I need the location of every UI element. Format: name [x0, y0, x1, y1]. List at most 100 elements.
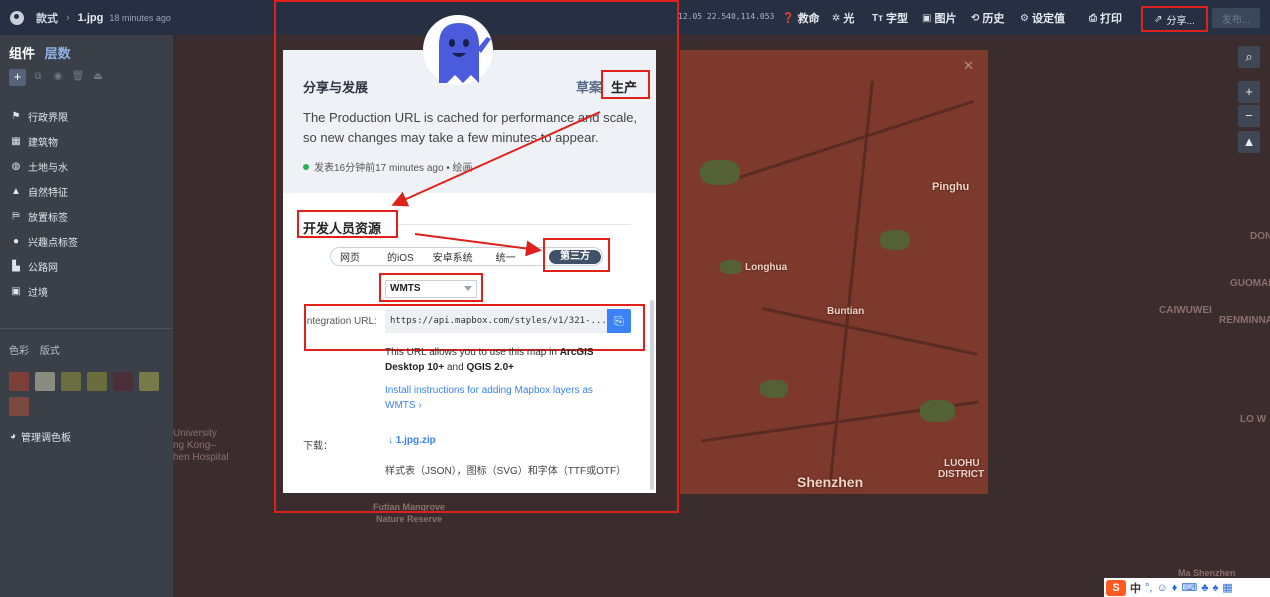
color-swatch[interactable] [87, 372, 107, 391]
integration-url-field[interactable]: https://api.mapbox.com/styles/v1/321-... [385, 309, 607, 333]
close-icon[interactable]: ✕ [963, 58, 974, 74]
copy-url-button[interactable]: ⎘ [607, 309, 631, 333]
sidebar-item-buildings[interactable]: ▦ 建筑物 [10, 129, 78, 154]
skin-icon[interactable]: ♣ [1201, 582, 1208, 594]
tab-web[interactable]: 网页 [331, 249, 369, 264]
publish-status-text: 发表16分钟前17 minutes ago • 绘画 [314, 163, 473, 174]
tab-colors[interactable]: 色彩 [9, 346, 29, 357]
color-swatch[interactable] [139, 372, 159, 391]
microphone-icon[interactable]: ♦ [1172, 582, 1178, 594]
map-label-shenzhen-bay: Ma Shenzhen [1178, 568, 1236, 578]
install-instructions-link[interactable]: Install instructions for adding Mapbox l… [385, 383, 625, 413]
light-button[interactable]: ✲ 光 [832, 10, 854, 26]
tab-unity[interactable]: 统一 [482, 249, 525, 264]
color-swatch[interactable] [9, 372, 29, 391]
tab-components[interactable]: 组件 [9, 46, 35, 61]
delete-icon[interactable]: 🗑 [70, 71, 86, 85]
install-instructions-text: Install instructions for adding Mapbox l… [385, 385, 593, 411]
tab-android[interactable]: 安卓系统 [423, 249, 482, 264]
map-label-guoman: GUOMAN [1230, 278, 1270, 289]
tab-ios[interactable]: 的iOS [369, 249, 423, 264]
print-button[interactable]: ⎙ 打印 [1089, 10, 1122, 26]
modal-scrollbar[interactable] [650, 300, 654, 490]
sidebar-item-poi-labels[interactable]: ● 兴趣点标签 [10, 229, 78, 254]
download-link[interactable]: ↓ 1.jpg.zip [388, 435, 436, 446]
map-park [720, 260, 742, 274]
sidebar: 组件 层数 + ⧉ ◉ 🗑 ⏏ ⚑ 行政界限 ▦ 建筑物 ◍ 土地与水 ▲ 自然… [0, 35, 173, 597]
settings-icon: ⚙ [1020, 12, 1029, 24]
punctuation-icon[interactable]: °, [1145, 582, 1152, 594]
help-button[interactable]: ❓ 救命 [782, 10, 819, 26]
duplicate-icon[interactable]: ⧉ [30, 71, 46, 85]
settings-button[interactable]: ⚙ 设定值 [1020, 10, 1065, 26]
shirt-icon[interactable]: ♠ [1212, 582, 1218, 594]
map-search-button[interactable]: ⌕ [1238, 46, 1260, 68]
history-icon: ⟲ [971, 12, 980, 24]
visibility-icon[interactable]: ◉ [50, 71, 66, 85]
tab-styles[interactable]: 版式 [40, 346, 60, 357]
sidebar-item-place-labels[interactable]: ⛿ 放置标签 [10, 204, 78, 229]
annotation-box-developer-resources [297, 210, 398, 238]
share-button[interactable]: ⇗ 分享... [1141, 6, 1208, 32]
manage-palette-button[interactable]: ◕ 管理调色板 [10, 429, 71, 444]
label-icon: ⛿ [12, 211, 20, 222]
breadcrumb-file[interactable]: 1.jpg [78, 12, 104, 24]
sogou-logo-icon[interactable]: S [1106, 579, 1126, 596]
external-link-icon: ⇗ [1154, 13, 1163, 25]
sidebar-tabs: 组件 层数 [9, 43, 71, 62]
sidebar-item-admin-boundaries[interactable]: ⚑ 行政界限 [10, 104, 78, 129]
last-saved-time: 18 minutes ago [109, 12, 171, 23]
map-label-caiwuwei: CAIWUWEI [1159, 305, 1212, 316]
chevron-right-icon: › [418, 400, 422, 411]
emoji-icon[interactable]: ☺ [1156, 582, 1167, 594]
mapbox-logo-icon[interactable] [10, 10, 24, 25]
map-label-shenzhen: Shenzhen [797, 474, 864, 490]
move-up-icon[interactable]: ⏏ [90, 71, 106, 85]
color-swatch[interactable] [61, 372, 81, 391]
map-label-hospital: hen Hospital [173, 452, 229, 463]
sidebar-item-road-network[interactable]: ▙ 公路网 [10, 254, 78, 279]
breadcrumb-folder[interactable]: 款式 [36, 10, 58, 26]
pin-icon: ● [12, 236, 20, 247]
font-icon: Tт [872, 12, 884, 24]
images-button[interactable]: ▣ 图片 [922, 10, 956, 26]
share-label: 分享... [1166, 15, 1195, 27]
add-layer-button[interactable]: + [9, 69, 26, 86]
section-divider [398, 224, 631, 225]
map-park [880, 230, 910, 250]
color-swatch[interactable] [113, 372, 133, 391]
map-label-district: DISTRICT [938, 469, 985, 480]
integration-url-label: Integration URL: [304, 316, 377, 327]
ime-mode[interactable]: 中 [1130, 580, 1141, 596]
info-prefix: This URL allows you to use this map in [385, 347, 560, 358]
fonts-button[interactable]: Tт 字型 [872, 10, 908, 26]
annotation-box-third-party [543, 238, 610, 272]
zoom-out-button[interactable]: − [1238, 105, 1260, 127]
sidebar-item-label: 放置标签 [28, 213, 68, 224]
status-dot-icon [303, 163, 309, 170]
tab-production[interactable]: 生产 [611, 77, 637, 96]
map-label-nature-reserve: Nature Reserve [376, 514, 443, 524]
grid-icon[interactable]: ▦ [1222, 581, 1232, 594]
tab-layers[interactable]: 层数 [45, 46, 71, 61]
zoom-in-button[interactable]: + [1238, 81, 1260, 103]
tab-draft[interactable]: 草案 [576, 77, 602, 96]
flag-icon: ⚑ [11, 111, 21, 122]
mountain-icon: ▲ [11, 186, 21, 197]
history-label: 历史 [982, 13, 1005, 25]
sidebar-item-natural-features[interactable]: ▲ 自然特征 [10, 179, 78, 204]
color-swatch[interactable] [9, 397, 29, 416]
print-icon: ⎙ [1089, 12, 1097, 24]
publish-button[interactable]: 发布... [1212, 8, 1260, 28]
map-park [700, 160, 740, 185]
image-icon: ▣ [922, 12, 932, 24]
compass-button[interactable]: ▲ [1238, 131, 1260, 153]
color-swatch[interactable] [35, 372, 55, 391]
sidebar-item-label: 建筑物 [28, 138, 58, 149]
keyboard-icon[interactable]: ⌨ [1181, 581, 1197, 594]
sidebar-item-land-water[interactable]: ◍ 土地与水 [10, 154, 78, 179]
map-label-luohu: LUOHU [944, 458, 980, 469]
sidebar-item-transit[interactable]: ▣ 过境 [10, 279, 78, 304]
history-button[interactable]: ⟲ 历史 [971, 10, 1004, 26]
layer-toolbar: + ⧉ ◉ 🗑 ⏏ [9, 69, 106, 86]
